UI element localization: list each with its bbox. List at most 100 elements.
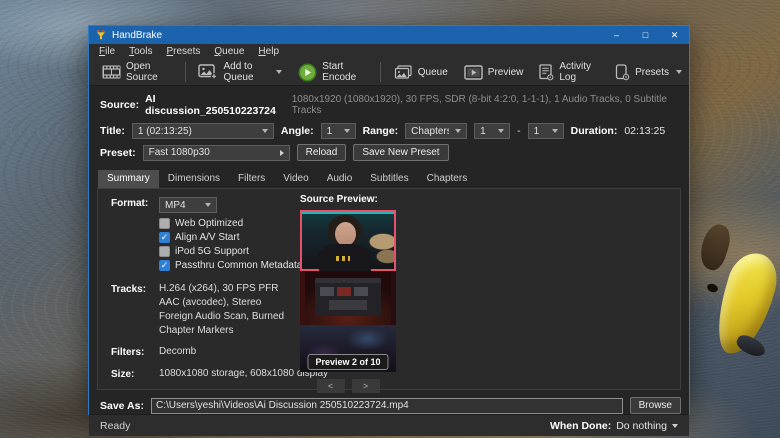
checkbox-icon[interactable] <box>159 246 170 257</box>
open-source-label: Open Source <box>126 61 172 83</box>
led-strip <box>302 212 394 214</box>
tab-audio[interactable]: Audio <box>318 170 362 188</box>
menu-queue[interactable]: Queue <box>207 45 251 58</box>
play-icon <box>298 63 317 82</box>
presets-button[interactable]: Presets <box>608 61 689 84</box>
start-encode-button[interactable]: Start Encode <box>291 58 374 86</box>
source-name: AI discussion_250510223724 <box>145 93 286 117</box>
range-to-select[interactable]: 1 <box>528 123 564 139</box>
menu-presets[interactable]: Presets <box>159 45 207 58</box>
minimize-button[interactable]: – <box>602 26 631 44</box>
chevron-down-icon <box>552 129 558 133</box>
menu-tools[interactable]: Tools <box>122 45 159 58</box>
previous-preview-button[interactable]: < <box>317 379 345 393</box>
menu-help[interactable]: Help <box>251 45 286 58</box>
activity-log-icon <box>539 64 554 81</box>
status-text: Ready <box>100 420 130 432</box>
activity-log-label: Activity Log <box>559 61 599 83</box>
format-label: Format: <box>111 197 159 271</box>
tab-subtitles[interactable]: Subtitles <box>361 170 417 188</box>
add-to-queue-icon <box>198 64 218 80</box>
range-dash: - <box>517 125 521 137</box>
summary-left-column: Format: MP4 Web Optimized <box>111 197 328 380</box>
thumbnail <box>320 287 334 296</box>
title-select[interactable]: 1 (02:13:25) <box>132 123 274 139</box>
menu-file[interactable]: File <box>92 45 122 58</box>
tracks-label: Tracks: <box>111 283 159 336</box>
start-encode-label: Start Encode <box>322 61 367 83</box>
format-select[interactable]: MP4 <box>159 197 217 213</box>
source-preview-label: Source Preview: <box>300 194 400 205</box>
toolbar-separator <box>185 62 186 82</box>
queue-label: Queue <box>418 67 448 78</box>
duration-label: Duration: <box>571 125 618 137</box>
tab-summary[interactable]: Summary <box>98 170 159 188</box>
preset-row: Preset: Fast 1080p30 Reload Save New Pre… <box>89 144 689 161</box>
when-done-dropdown[interactable]: When Done: Do nothing <box>550 420 678 432</box>
presets-icon <box>615 64 630 81</box>
save-as-input[interactable] <box>151 398 623 414</box>
queue-button[interactable]: Queue <box>387 62 455 83</box>
status-bar: Ready When Done: Do nothing <box>89 414 689 436</box>
tab-video[interactable]: Video <box>274 170 317 188</box>
desktop-wallpaper: HandBrake – □ ✕ File Tools Presets Queue… <box>0 0 780 438</box>
queue-icon <box>394 65 413 80</box>
range-type-select[interactable]: Chapters <box>405 123 467 139</box>
save-as-row: Save As: Browse <box>89 397 689 414</box>
source-details: 1080x1920 (1080x1920), 30 FPS, SDR (8-bi… <box>292 94 689 116</box>
source-row: Source: AI discussion_250510223724 1080x… <box>89 93 689 117</box>
menu-bar: File Tools Presets Queue Help <box>89 44 689 59</box>
range-from-select[interactable]: 1 <box>474 123 510 139</box>
open-source-button[interactable]: Open Source <box>95 58 179 86</box>
captured-app-window <box>315 278 381 316</box>
toolbar: Open Source Add to Queue Start Encode <box>89 59 689 86</box>
source-preview-column: Source Preview: <box>300 194 400 393</box>
add-to-queue-button[interactable]: Add to Queue <box>191 58 289 86</box>
chevron-down-icon <box>205 203 211 207</box>
presets-dropdown-icon[interactable] <box>676 70 682 74</box>
window-controls: – □ ✕ <box>602 26 689 44</box>
checkbox-icon[interactable] <box>159 260 170 271</box>
title-row: Title: 1 (02:13:25) Angle: 1 Range: Chap… <box>89 123 689 139</box>
filmstrip-icon <box>102 65 121 79</box>
save-as-label: Save As: <box>100 400 144 412</box>
chevron-down-icon <box>262 129 268 133</box>
add-to-queue-dropdown-icon[interactable] <box>276 70 282 74</box>
preset-select[interactable]: Fast 1080p30 <box>143 145 290 161</box>
preview-icon <box>464 65 483 80</box>
shirt-graphic <box>336 256 350 261</box>
when-done-value: Do nothing <box>616 420 667 432</box>
facecam-region <box>300 210 396 271</box>
checkbox-icon[interactable] <box>159 218 170 229</box>
activity-log-button[interactable]: Activity Log <box>532 58 606 86</box>
chevron-down-icon <box>344 129 350 133</box>
browse-button[interactable]: Browse <box>630 397 681 414</box>
maximize-button[interactable]: □ <box>631 26 660 44</box>
preview-button[interactable]: Preview <box>457 62 531 83</box>
range-label: Range: <box>363 125 399 137</box>
close-button[interactable]: ✕ <box>660 26 689 44</box>
summary-tab-panel: Format: MP4 Web Optimized <box>97 188 681 390</box>
duck-head <box>696 221 735 273</box>
duck-beak-tip <box>734 332 768 360</box>
preview-label: Preview <box>488 67 524 78</box>
person-face <box>335 222 356 246</box>
main-content: Source: AI discussion_250510223724 1080x… <box>89 86 689 414</box>
tab-filters[interactable]: Filters <box>229 170 274 188</box>
chevron-right-icon <box>280 150 284 156</box>
size-label: Size: <box>111 368 159 380</box>
handbrake-window: HandBrake – □ ✕ File Tools Presets Queue… <box>88 25 690 415</box>
angle-select[interactable]: 1 <box>321 123 356 139</box>
tab-dimensions[interactable]: Dimensions <box>159 170 229 188</box>
thumbnail <box>354 287 368 296</box>
checkbox-icon[interactable] <box>159 232 170 243</box>
window-title: HandBrake <box>112 30 162 41</box>
save-new-preset-button[interactable]: Save New Preset <box>353 144 448 161</box>
presets-label: Presets <box>635 67 669 78</box>
next-preview-button[interactable]: > <box>352 379 380 393</box>
tab-strip: Summary Dimensions Filters Video Audio S… <box>98 170 689 188</box>
reload-button[interactable]: Reload <box>297 144 347 161</box>
when-done-label: When Done: <box>550 420 611 432</box>
tab-chapters[interactable]: Chapters <box>418 170 477 188</box>
filters-label: Filters: <box>111 346 159 358</box>
